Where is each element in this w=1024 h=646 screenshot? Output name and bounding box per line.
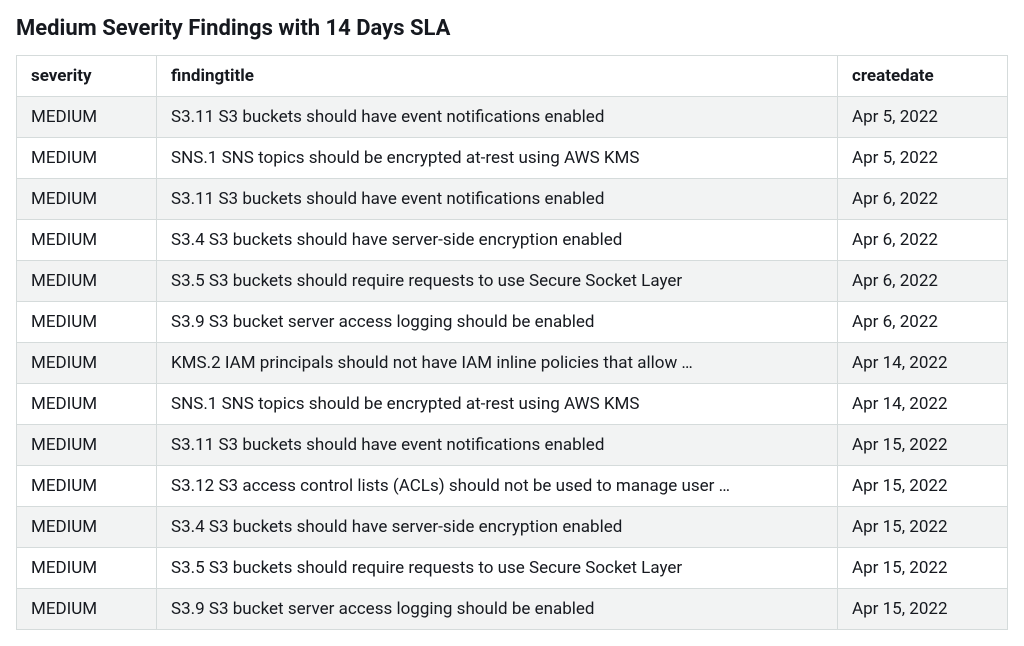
- cell-findingtitle: S3.11 S3 buckets should have event notif…: [157, 179, 838, 220]
- cell-severity: MEDIUM: [17, 220, 157, 261]
- cell-severity: MEDIUM: [17, 384, 157, 425]
- cell-createdate: Apr 14, 2022: [838, 384, 1008, 425]
- cell-createdate: Apr 6, 2022: [838, 220, 1008, 261]
- findings-table: severity findingtitle createdate MEDIUMS…: [16, 55, 1008, 630]
- cell-findingtitle: SNS.1 SNS topics should be encrypted at-…: [157, 138, 838, 179]
- cell-findingtitle: S3.12 S3 access control lists (ACLs) sho…: [157, 466, 838, 507]
- cell-severity: MEDIUM: [17, 589, 157, 630]
- table-row: MEDIUMS3.4 S3 buckets should have server…: [17, 507, 1008, 548]
- table-row: MEDIUMKMS.2 IAM principals should not ha…: [17, 343, 1008, 384]
- table-row: MEDIUMS3.11 S3 buckets should have event…: [17, 179, 1008, 220]
- page-title: Medium Severity Findings with 14 Days SL…: [16, 16, 1008, 41]
- cell-findingtitle: S3.9 S3 bucket server access logging sho…: [157, 589, 838, 630]
- cell-createdate: Apr 6, 2022: [838, 302, 1008, 343]
- cell-findingtitle: SNS.1 SNS topics should be encrypted at-…: [157, 384, 838, 425]
- table-row: MEDIUMS3.9 S3 bucket server access loggi…: [17, 302, 1008, 343]
- cell-severity: MEDIUM: [17, 343, 157, 384]
- cell-createdate: Apr 6, 2022: [838, 179, 1008, 220]
- cell-findingtitle: S3.9 S3 bucket server access logging sho…: [157, 302, 838, 343]
- cell-severity: MEDIUM: [17, 179, 157, 220]
- table-row: MEDIUMS3.4 S3 buckets should have server…: [17, 220, 1008, 261]
- cell-findingtitle: S3.5 S3 buckets should require requests …: [157, 261, 838, 302]
- cell-findingtitle: S3.11 S3 buckets should have event notif…: [157, 425, 838, 466]
- table-row: MEDIUMS3.12 S3 access control lists (ACL…: [17, 466, 1008, 507]
- cell-severity: MEDIUM: [17, 425, 157, 466]
- cell-severity: MEDIUM: [17, 138, 157, 179]
- cell-createdate: Apr 5, 2022: [838, 97, 1008, 138]
- cell-severity: MEDIUM: [17, 507, 157, 548]
- table-row: MEDIUMS3.11 S3 buckets should have event…: [17, 97, 1008, 138]
- cell-severity: MEDIUM: [17, 302, 157, 343]
- column-header-createdate: createdate: [838, 56, 1008, 97]
- cell-createdate: Apr 15, 2022: [838, 589, 1008, 630]
- cell-severity: MEDIUM: [17, 548, 157, 589]
- cell-createdate: Apr 15, 2022: [838, 425, 1008, 466]
- cell-severity: MEDIUM: [17, 261, 157, 302]
- table-row: MEDIUMSNS.1 SNS topics should be encrypt…: [17, 384, 1008, 425]
- table-row: MEDIUMS3.9 S3 bucket server access loggi…: [17, 589, 1008, 630]
- cell-findingtitle: S3.4 S3 buckets should have server-side …: [157, 507, 838, 548]
- table-row: MEDIUMS3.5 S3 buckets should require req…: [17, 261, 1008, 302]
- cell-createdate: Apr 15, 2022: [838, 548, 1008, 589]
- column-header-findingtitle: findingtitle: [157, 56, 838, 97]
- table-header-row: severity findingtitle createdate: [17, 56, 1008, 97]
- column-header-severity: severity: [17, 56, 157, 97]
- cell-severity: MEDIUM: [17, 97, 157, 138]
- cell-createdate: Apr 14, 2022: [838, 343, 1008, 384]
- cell-createdate: Apr 6, 2022: [838, 261, 1008, 302]
- cell-severity: MEDIUM: [17, 466, 157, 507]
- cell-createdate: Apr 15, 2022: [838, 507, 1008, 548]
- cell-findingtitle: S3.4 S3 buckets should have server-side …: [157, 220, 838, 261]
- cell-findingtitle: KMS.2 IAM principals should not have IAM…: [157, 343, 838, 384]
- cell-createdate: Apr 5, 2022: [838, 138, 1008, 179]
- cell-findingtitle: S3.11 S3 buckets should have event notif…: [157, 97, 838, 138]
- table-row: MEDIUMSNS.1 SNS topics should be encrypt…: [17, 138, 1008, 179]
- cell-findingtitle: S3.5 S3 buckets should require requests …: [157, 548, 838, 589]
- cell-createdate: Apr 15, 2022: [838, 466, 1008, 507]
- table-row: MEDIUMS3.11 S3 buckets should have event…: [17, 425, 1008, 466]
- table-row: MEDIUMS3.5 S3 buckets should require req…: [17, 548, 1008, 589]
